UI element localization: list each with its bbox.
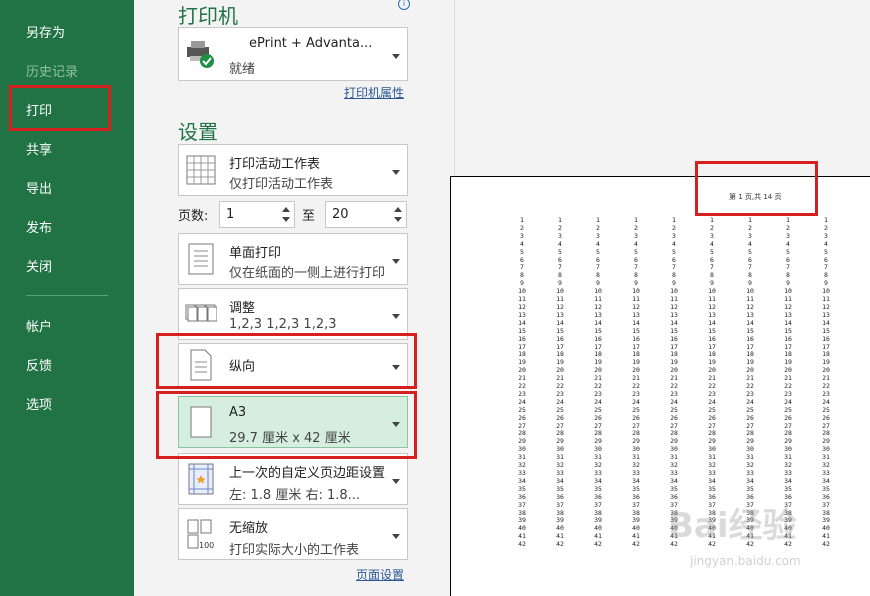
worksheet-grid-icon <box>186 155 216 185</box>
sidebar-item-publish[interactable]: 发布 <box>26 217 52 236</box>
chevron-down-icon <box>392 422 400 427</box>
margins-title: 上一次的自定义页边距设置 <box>229 466 386 481</box>
sides-title: 单面打印 <box>229 246 282 261</box>
chevron-down-icon <box>392 314 400 319</box>
pages-from-input[interactable]: 1 <box>219 201 295 228</box>
spin-up-icon[interactable] <box>394 207 402 212</box>
chevron-down-icon <box>392 479 400 484</box>
printer-section-title: 打印机 <box>178 4 238 28</box>
one-sided-page-icon <box>188 243 214 275</box>
pages-to-value: 20 <box>332 207 349 222</box>
spin-down-icon[interactable] <box>394 217 402 222</box>
portrait-page-icon <box>190 349 212 381</box>
collate-icon <box>185 304 217 322</box>
sidebar-item-save-as[interactable]: 另存为 <box>26 22 65 41</box>
chevron-down-icon <box>392 259 400 264</box>
orientation-dropdown[interactable]: 纵向 <box>178 343 408 387</box>
orientation-title: 纵向 <box>229 359 256 375</box>
info-icon[interactable]: i <box>398 0 410 10</box>
settings-section-title: 设置 <box>178 120 218 144</box>
pages-to-label: 至 <box>302 209 316 224</box>
print-settings-panel: 打印机 i ePrint + Advanta... 就绪 打印机属性 设置 打印… <box>134 0 454 596</box>
no-scaling-icon: 100 <box>187 519 214 550</box>
chevron-down-icon <box>392 170 400 175</box>
spin-down-icon[interactable] <box>282 217 290 222</box>
print-scope-dropdown[interactable]: 打印活动工作表 仅打印活动工作表 <box>178 144 408 196</box>
paper-size-subtitle: 29.7 厘米 x 42 厘米 <box>229 431 351 446</box>
printer-icon <box>187 41 214 68</box>
collate-title: 调整 <box>229 301 256 316</box>
printer-dropdown[interactable]: ePrint + Advanta... 就绪 <box>178 27 408 81</box>
preview-page: 第 1 页,共 14 页 1 2 3 4 5 6 7 8 9 10 11 12 13 14 15 16 17 18… <box>450 176 870 596</box>
pages-label: 页数: <box>178 209 209 224</box>
spin-up-icon[interactable] <box>282 207 290 212</box>
watermark: Bai经验 <box>668 506 797 546</box>
scaling-title: 无缩放 <box>229 521 269 536</box>
sides-subtitle: 仅在纸面的一侧上进行打印 <box>229 266 386 281</box>
sidebar-item-history[interactable]: 历史记录 <box>26 61 78 80</box>
chevron-down-icon <box>392 54 400 59</box>
pages-to-input[interactable]: 20 <box>325 201 407 228</box>
sidebar-item-feedback[interactable]: 反馈 <box>26 355 52 374</box>
preview-number-column: 1 2 3 4 5 6 7 8 9 10 11 12 13 14 15 16 17 18 19 20 21 22 23 24 2… <box>632 216 640 549</box>
collate-dropdown[interactable]: 调整 1,2,3 1,2,3 1,2,3 <box>178 288 408 340</box>
svg-text:100: 100 <box>199 541 214 550</box>
watermark-url: jingyan.baidu.com <box>690 554 801 568</box>
sidebar-item-print[interactable]: 打印 <box>26 100 52 119</box>
chevron-down-icon <box>392 534 400 539</box>
collate-subtitle: 1,2,3 1,2,3 1,2,3 <box>229 317 337 332</box>
margins-dropdown[interactable]: 上一次的自定义页边距设置 左: 1.8 厘米 右: 1.8... <box>178 453 408 505</box>
pages-from-value: 1 <box>226 207 235 222</box>
preview-page-header: 第 1 页,共 14 页 <box>729 193 782 201</box>
sides-dropdown[interactable]: 单面打印 仅在纸面的一侧上进行打印 <box>178 233 408 285</box>
print-scope-title: 打印活动工作表 <box>229 157 321 172</box>
printer-properties-link[interactable]: 打印机属性 <box>344 84 404 101</box>
page-setup-link[interactable]: 页面设置 <box>356 566 404 583</box>
margins-icon <box>188 463 214 495</box>
sidebar-item-share[interactable]: 共享 <box>26 139 52 158</box>
printer-status: 就绪 <box>229 62 256 77</box>
paper-size-dropdown[interactable]: A3 29.7 厘米 x 42 厘米 <box>178 396 408 448</box>
sidebar-item-export[interactable]: 导出 <box>26 178 52 197</box>
margins-subtitle: 左: 1.8 厘米 右: 1.8... <box>229 488 361 503</box>
chevron-down-icon <box>392 365 400 370</box>
paper-size-icon <box>190 406 212 438</box>
sidebar-item-close[interactable]: 关闭 <box>26 256 52 275</box>
printer-name: ePrint + Advanta... <box>249 36 373 51</box>
preview-number-column: 1 2 3 4 5 6 7 8 9 10 11 12 13 14 15 16 17 18 19 20 21 22 23 24 2… <box>556 216 564 549</box>
scaling-subtitle: 打印实际大小的工作表 <box>229 543 360 558</box>
sidebar-divider <box>26 295 108 296</box>
print-scope-subtitle: 仅打印活动工作表 <box>229 177 334 192</box>
sidebar-item-account[interactable]: 帐户 <box>26 316 52 335</box>
scaling-dropdown[interactable]: 100 无缩放 打印实际大小的工作表 <box>178 508 408 560</box>
paper-size-title: A3 <box>229 405 247 420</box>
backstage-sidebar: 另存为 历史记录 打印 共享 导出 发布 关闭 帐户 反馈 选项 <box>0 0 134 596</box>
excel-print-backstage: 另存为 历史记录 打印 共享 导出 发布 关闭 帐户 反馈 选项 打印机 i e… <box>0 0 870 596</box>
preview-number-column: 1 2 3 4 5 6 7 8 9 10 11 12 13 14 15 16 17 18 19 20 21 22 23 24 2… <box>594 216 602 549</box>
preview-number-column: 1 2 3 4 5 6 7 8 9 10 11 12 13 14 15 16 17 18 19 20 21 22 23 24 2… <box>518 216 526 549</box>
sidebar-item-options[interactable]: 选项 <box>26 394 52 413</box>
preview-number-column: 1 2 3 4 5 6 7 8 9 10 11 12 13 14 15 16 17 18 19 20 21 22 23 24 2… <box>822 216 830 549</box>
